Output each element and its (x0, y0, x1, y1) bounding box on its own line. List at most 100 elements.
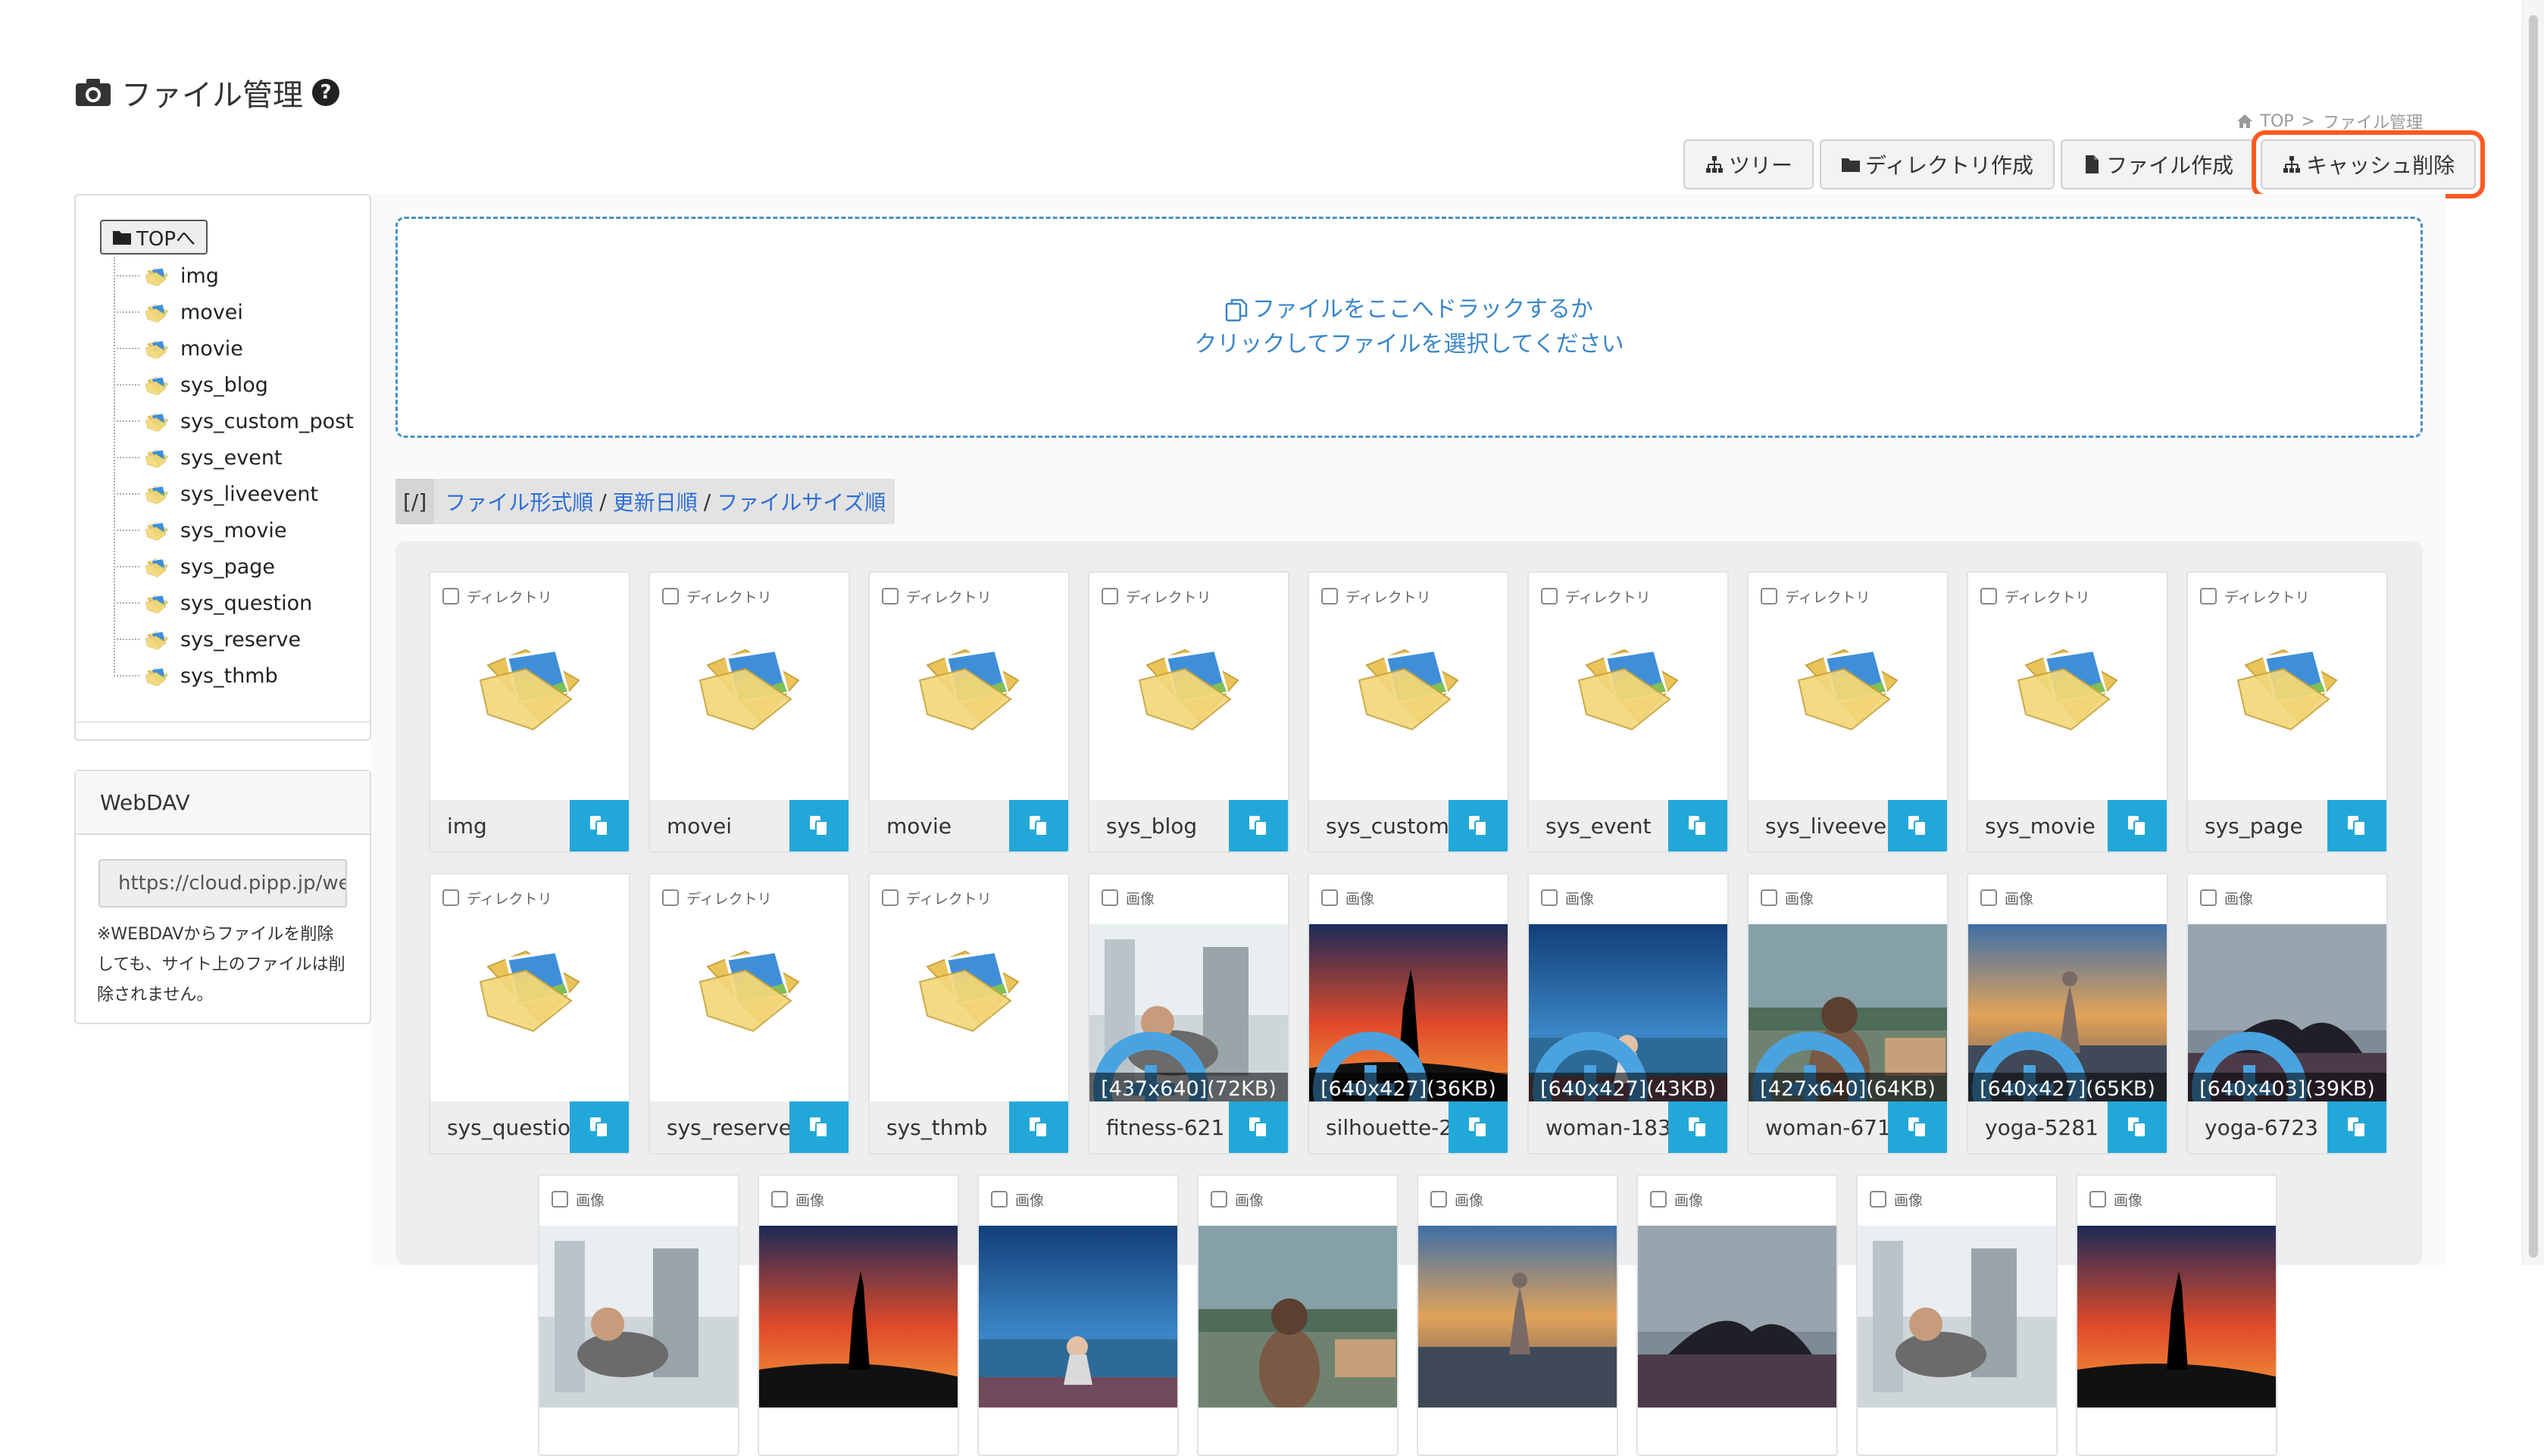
select-checkbox[interactable] (882, 889, 899, 906)
tree-item[interactable]: movei (114, 294, 243, 330)
directory-card[interactable]: ディレクトリ sys_question (429, 873, 630, 1154)
image-thumbnail[interactable] (1199, 1226, 1397, 1408)
directory-card[interactable]: ディレクトリ sys_blog (1088, 571, 1289, 853)
copy-path-button[interactable] (1449, 1101, 1508, 1153)
file-name[interactable]: img (430, 800, 570, 851)
select-checkbox[interactable] (1541, 889, 1558, 906)
select-checkbox[interactable] (1321, 889, 1338, 906)
copy-path-button[interactable] (1009, 1101, 1068, 1153)
tree-item[interactable]: sys_event (114, 439, 283, 476)
image-thumbnail[interactable] (1638, 1226, 1836, 1408)
file-name[interactable]: silhouette-2 (1309, 1101, 1449, 1153)
file-name[interactable]: yoga-6723 (2188, 1101, 2327, 1153)
file-dropzone[interactable]: ファイルをここへドラックするか クリックしてファイルを選択してください (395, 217, 2423, 438)
select-checkbox[interactable] (662, 889, 679, 906)
select-checkbox[interactable] (1102, 889, 1118, 906)
select-checkbox[interactable] (662, 588, 679, 605)
image-card[interactable]: 画像 (977, 1174, 1179, 1456)
directory-card[interactable]: ディレクトリ sys_thmb (868, 873, 1070, 1154)
copy-path-button[interactable] (570, 1101, 629, 1153)
tree-item[interactable]: sys_blog (114, 367, 268, 403)
copy-path-button[interactable] (1229, 1101, 1288, 1153)
file-name[interactable]: sys_movie (1968, 800, 2108, 851)
image-card[interactable]: 画像 [437x640](72KB) fitness-621 (1088, 873, 1289, 1154)
tree-item[interactable]: sys_custom_post (114, 403, 354, 439)
select-checkbox[interactable] (882, 588, 899, 605)
directory-card[interactable]: ディレクトリ movie (868, 571, 1070, 853)
file-name[interactable]: sys_liveevent (1749, 800, 1888, 851)
clear-cache-button[interactable]: キャッシュ削除 (2252, 130, 2486, 198)
copy-path-button[interactable] (1888, 1101, 1947, 1153)
mkfile-button[interactable]: ファイル作成 (2061, 139, 2255, 189)
directory-card[interactable]: ディレクトリ sys_reserve (649, 873, 850, 1154)
tree-item[interactable]: sys_question (114, 585, 312, 621)
select-checkbox[interactable] (771, 1191, 788, 1208)
image-thumbnail[interactable] (1418, 1226, 1617, 1408)
tree-item[interactable]: img (114, 258, 219, 294)
image-thumbnail[interactable] (979, 1226, 1177, 1408)
image-card[interactable]: 画像 (1636, 1174, 1838, 1456)
select-checkbox[interactable] (442, 889, 459, 906)
select-checkbox[interactable] (1321, 588, 1338, 605)
select-checkbox[interactable] (1211, 1191, 1227, 1208)
file-name[interactable]: sys_page (2188, 800, 2327, 851)
file-name[interactable]: movie (870, 800, 1009, 851)
scrollbar-thumb[interactable] (2529, 15, 2538, 1258)
file-name[interactable]: yoga-5281 (1968, 1101, 2108, 1153)
copy-path-button[interactable] (2327, 1101, 2386, 1153)
directory-card[interactable]: ディレクトリ img (429, 571, 630, 853)
select-checkbox[interactable] (1761, 588, 1777, 605)
image-card[interactable]: 画像 [427x640](64KB) woman-671 (1747, 873, 1949, 1154)
select-checkbox[interactable] (2089, 1191, 2106, 1208)
tree-item[interactable]: movie (114, 330, 243, 367)
top-directory-button[interactable]: TOPへ (100, 220, 208, 255)
tree-button[interactable]: ツリー (1683, 139, 1814, 189)
image-thumbnail[interactable] (539, 1226, 738, 1408)
image-card[interactable]: 画像 (2076, 1174, 2277, 1456)
image-thumbnail[interactable] (2077, 1226, 2276, 1408)
file-name[interactable]: sys_reserve (650, 1101, 789, 1153)
file-name[interactable]: sys_question (430, 1101, 570, 1153)
copy-path-button[interactable] (1009, 800, 1068, 851)
select-checkbox[interactable] (1430, 1191, 1447, 1208)
copy-path-button[interactable] (1888, 800, 1947, 851)
tree-item[interactable]: sys_reserve (114, 621, 301, 658)
image-card[interactable]: 画像 [640x427](36KB) silhouette-2 (1308, 873, 1509, 1154)
select-checkbox[interactable] (1541, 588, 1558, 605)
image-card[interactable]: 画像 [640x403](39KB) yoga-6723 (2186, 873, 2388, 1154)
select-checkbox[interactable] (1980, 889, 1997, 906)
tree-item[interactable]: sys_thmb (114, 658, 278, 694)
sort-by-type-link[interactable]: ファイル形式順 (445, 486, 593, 517)
tree-item[interactable]: sys_liveevent (114, 476, 318, 512)
select-checkbox[interactable] (1761, 889, 1777, 906)
image-card[interactable]: 画像 (758, 1174, 959, 1456)
directory-card[interactable]: ディレクトリ sys_event (1527, 571, 1729, 853)
copy-path-button[interactable] (1668, 800, 1727, 851)
select-checkbox[interactable] (1870, 1191, 1886, 1208)
image-card[interactable]: 画像 (1417, 1174, 1618, 1456)
select-checkbox[interactable] (2200, 889, 2217, 906)
file-name[interactable]: sys_event (1529, 800, 1668, 851)
file-name[interactable]: sys_thmb (870, 1101, 1009, 1153)
image-card[interactable]: 画像 (1856, 1174, 2058, 1456)
select-checkbox[interactable] (442, 588, 459, 605)
image-card[interactable]: 画像 (538, 1174, 739, 1456)
copy-path-button[interactable] (789, 800, 849, 851)
copy-path-button[interactable] (789, 1101, 849, 1153)
image-thumbnail[interactable] (759, 1226, 958, 1408)
select-checkbox[interactable] (1650, 1191, 1667, 1208)
page-scrollbar[interactable] (2522, 0, 2544, 1265)
directory-card[interactable]: ディレクトリ sys_liveevent (1747, 571, 1949, 853)
directory-card[interactable]: ディレクトリ movei (649, 571, 850, 853)
copy-path-button[interactable] (2327, 800, 2386, 851)
copy-path-button[interactable] (570, 800, 629, 851)
tree-item[interactable]: sys_page (114, 548, 275, 585)
copy-path-button[interactable] (2108, 800, 2167, 851)
directory-card[interactable]: ディレクトリ sys_movie (1967, 571, 2168, 853)
file-name[interactable]: fitness-621 (1089, 1101, 1229, 1153)
select-checkbox[interactable] (552, 1191, 568, 1208)
select-checkbox[interactable] (2200, 588, 2217, 605)
directory-card[interactable]: ディレクトリ sys_page (2186, 571, 2388, 853)
image-card[interactable]: 画像 [640x427](65KB) yoga-5281 (1967, 873, 2168, 1154)
file-name[interactable]: woman-671 (1749, 1101, 1888, 1153)
